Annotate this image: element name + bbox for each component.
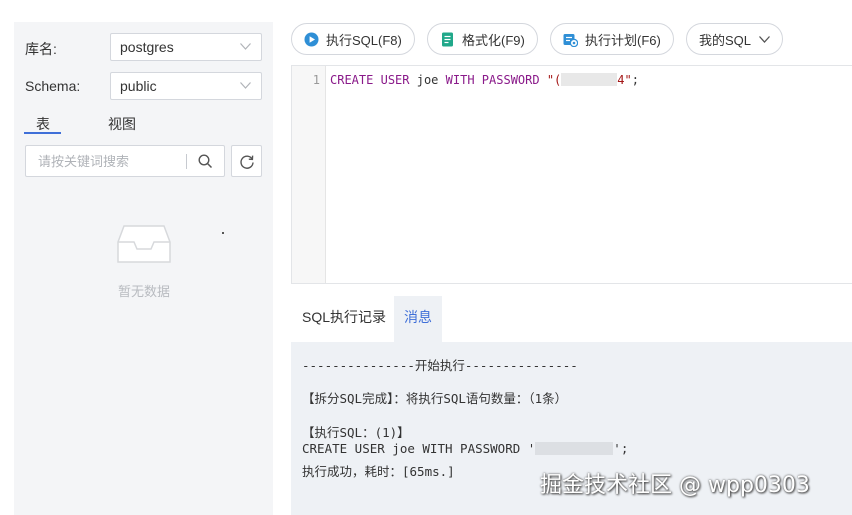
log-success-line: 执行成功，耗时：[65ms.] (302, 464, 455, 479)
my-sql-dropdown[interactable]: 我的SQL (686, 23, 784, 55)
string-close: 4" (617, 73, 632, 87)
watermark: 掘金技术社区 @ wpp0303 (540, 473, 810, 498)
schema-select[interactable]: public (110, 72, 262, 100)
plan-icon (563, 33, 578, 47)
db-select-value: postgres (120, 39, 174, 55)
chevron-down-icon (240, 82, 251, 89)
log-sql-line: CREATE USER joe WITH PASSWORD ' '; (302, 441, 628, 456)
keyword-password: PASSWORD (481, 73, 540, 87)
refresh-button[interactable] (231, 145, 262, 177)
chevron-down-icon (240, 43, 251, 50)
db-label: 库名: (25, 41, 57, 57)
table-search-box (25, 145, 225, 177)
editor-gutter: 1 (292, 66, 326, 283)
log-start-line: ---------------开始执行--------------- (302, 358, 578, 373)
tab-messages[interactable]: 消息 (394, 296, 442, 342)
format-doc-icon (442, 32, 453, 46)
log-sql-text: CREATE USER joe WITH PASSWORD ' (302, 441, 536, 456)
keyword-with: WITH (445, 73, 475, 87)
play-circle-icon (304, 32, 319, 46)
chevron-down-icon (759, 35, 770, 43)
my-sql-label: 我的SQL (699, 32, 752, 48)
sql-editor[interactable]: 1 CREATE USER joe WITH PASSWORD "( 4"; (291, 65, 852, 284)
redacted-password (561, 73, 618, 86)
line-number: 1 (312, 73, 320, 87)
tab-view[interactable]: 视图 (108, 114, 136, 134)
code-line[interactable]: CREATE USER joe WITH PASSWORD "( 4"; (330, 73, 639, 87)
table-search-input[interactable] (26, 146, 186, 176)
empty-inbox-icon (117, 225, 171, 263)
format-label: 格式化(F9) (462, 32, 525, 48)
log-split-line: 【拆分SQL完成】：将执行SQL语句数量：（1条） (302, 391, 568, 406)
schema-select-value: public (120, 78, 157, 94)
run-sql-label: 执行SQL(F8) (326, 32, 402, 48)
schema-label: Schema: (25, 78, 81, 94)
explain-plan-label: 执行计划(F6) (585, 32, 661, 48)
log-sql-end: '; (613, 441, 629, 456)
string-open: "( (546, 73, 562, 87)
search-divider (186, 154, 187, 169)
refresh-icon (240, 155, 254, 169)
run-sql-button[interactable]: 执行SQL(F8) (291, 23, 415, 55)
semicolon: ; (631, 73, 639, 87)
format-button[interactable]: 格式化(F9) (427, 23, 538, 55)
search-icon[interactable] (198, 154, 213, 169)
redacted-password (535, 442, 614, 455)
db-select[interactable]: postgres (110, 33, 262, 61)
empty-text: 暂无数据 (117, 284, 170, 299)
keyword-user: USER (380, 73, 410, 87)
cursor-dot (222, 232, 224, 234)
tab-sql-history[interactable]: SQL执行记录 (292, 296, 396, 342)
explain-plan-button[interactable]: 执行计划(F6) (550, 23, 674, 55)
keyword-create: CREATE (330, 73, 374, 87)
log-exec-header: 【执行SQL：(1)】 (302, 425, 410, 440)
tab-table[interactable]: 表 (36, 114, 50, 134)
tab-active-indicator (24, 132, 61, 134)
sidebar-panel: 库名: postgres Schema: public 表 视图 暂无数据 (14, 22, 273, 515)
identifier-user: joe (416, 73, 439, 87)
